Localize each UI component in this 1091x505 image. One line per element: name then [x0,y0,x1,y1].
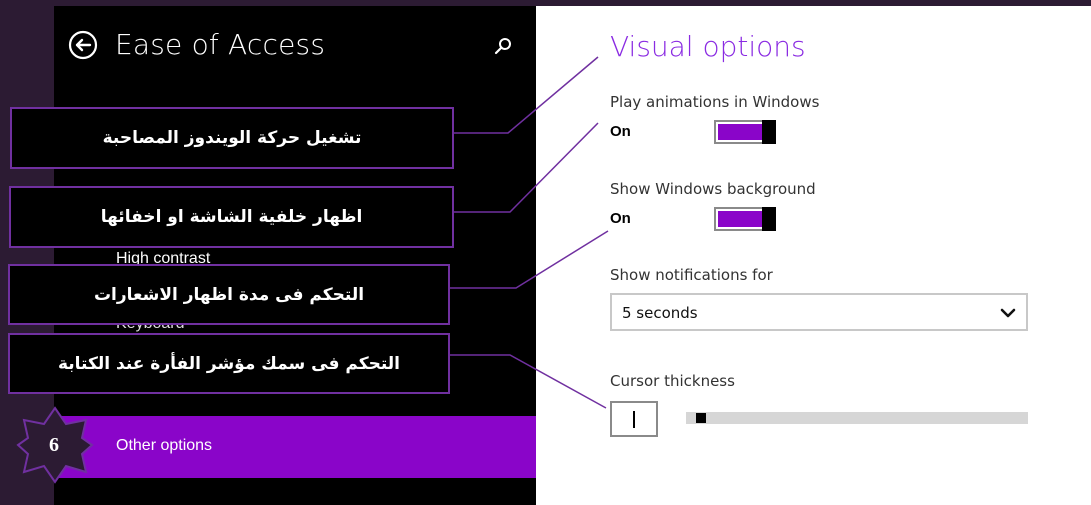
back-arrow-circle-icon[interactable] [68,30,98,60]
page-title: Ease of Access [115,28,326,61]
animations-toggle[interactable] [714,120,776,144]
callout-cursor: التحكم فى سمك مؤشر الفأرة عند الكتابة [8,333,450,394]
text-cursor-icon [633,411,635,428]
callout-background: اظهار خلفية الشاشة او اخفائها [9,186,454,248]
animations-label: Play animations in Windows [610,93,820,111]
notifications-dropdown[interactable]: 5 seconds [610,293,1028,331]
search-icon[interactable] [492,36,514,58]
cursor-thickness-preview [610,401,658,437]
step-number: 6 [49,434,59,456]
toggle-thumb [762,207,776,231]
notifications-label: Show notifications for [610,266,773,284]
dropdown-value: 5 seconds [622,304,698,322]
toggle-fill [718,124,762,140]
cursor-label: Cursor thickness [610,372,735,390]
callout-notifications: التحكم فى مدة اظهار الاشعارات [8,264,450,325]
background-state: On [610,210,631,227]
background-toggle[interactable] [714,207,776,231]
callout-animations: تشغيل حركة الويندوز المصاحبة [10,107,454,169]
background-label: Show Windows background [610,180,816,198]
animations-state: On [610,123,631,140]
cursor-thickness-slider[interactable] [686,412,1028,424]
section-title: Visual options [610,30,806,63]
toggle-thumb [762,120,776,144]
sidebar-item-label: Other options [116,437,213,454]
chevron-down-icon [1000,308,1016,318]
slider-thumb[interactable] [695,413,706,423]
toggle-fill [718,211,762,227]
